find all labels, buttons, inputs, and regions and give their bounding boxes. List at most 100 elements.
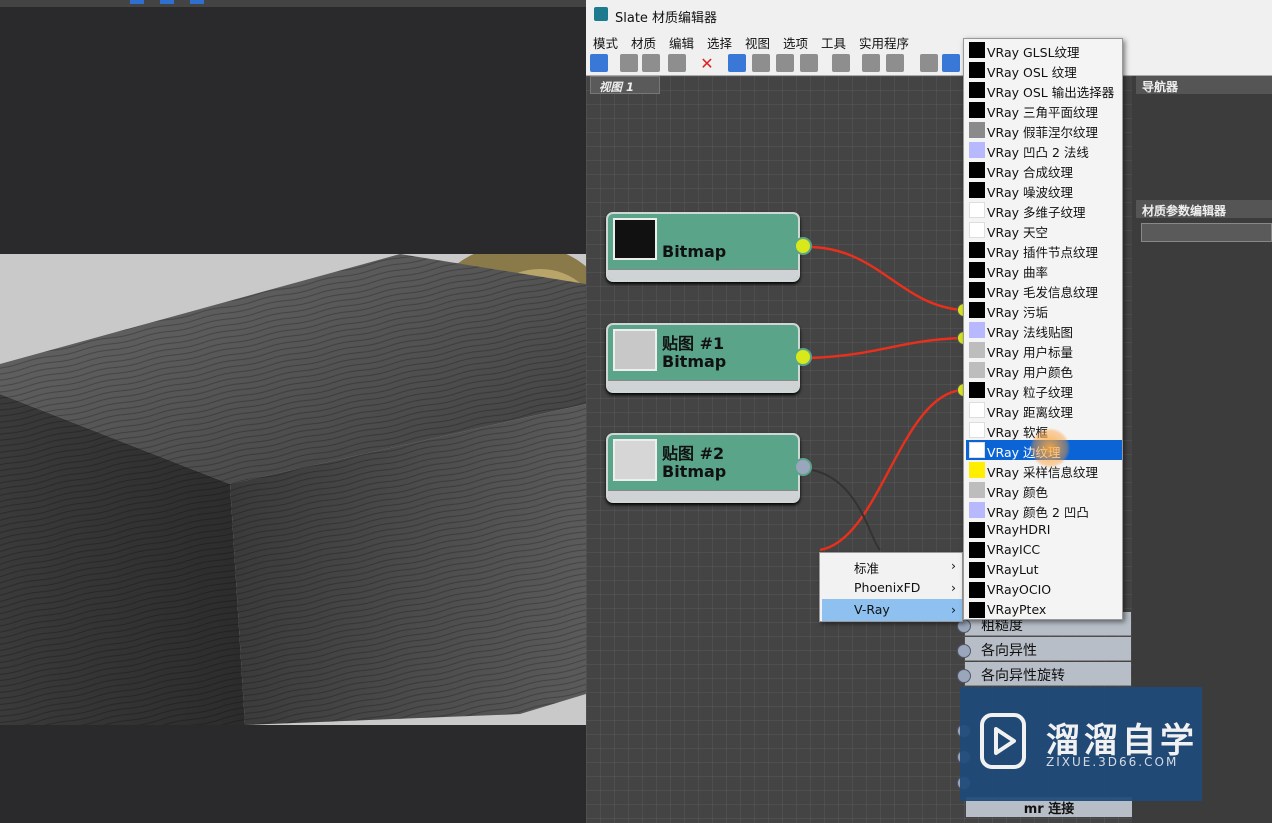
grid-icon[interactable]: [920, 54, 938, 72]
vray-menu-item[interactable]: VRay 曲率: [966, 260, 1122, 280]
vray-menu-item[interactable]: VRay 多维子纹理: [966, 200, 1122, 220]
menu-item-phoenixfd[interactable]: PhoenixFD ›: [822, 577, 962, 599]
layout-icon[interactable]: [728, 54, 746, 72]
node-footer: [608, 269, 798, 280]
strip-button[interactable]: [130, 0, 144, 4]
view-tab[interactable]: 视图 1: [590, 76, 660, 94]
vray-menu-item-label: VRayOCIO: [987, 582, 1052, 597]
vray-menu-item[interactable]: VRay 粒子纹理: [966, 380, 1122, 400]
texture-swatch-icon: [969, 62, 985, 78]
vray-menu-item[interactable]: VRay GLSL纹理: [966, 40, 1122, 60]
vray-menu-item[interactable]: VRay 用户标量: [966, 340, 1122, 360]
texture-swatch-icon: [969, 42, 985, 58]
menu-item-standard[interactable]: 标准 ›: [822, 555, 962, 577]
texture-swatch-icon: [969, 262, 985, 278]
vray-menu-item[interactable]: VRay OSL 纹理: [966, 60, 1122, 80]
texture-swatch-icon: [969, 602, 985, 618]
output-port[interactable]: [794, 237, 812, 255]
texture-swatch-icon: [969, 482, 985, 498]
texture-swatch-icon: [969, 362, 985, 378]
vray-menu-item-label: VRayLut: [987, 562, 1039, 577]
vray-menu-item[interactable]: VRay 凹凸 2 法线: [966, 140, 1122, 160]
texture-swatch-icon: [969, 582, 985, 598]
node-title-label: 贴图 #1: [662, 334, 725, 353]
vray-menu-item-label: VRay 法线贴图: [987, 325, 1073, 340]
output-port[interactable]: [794, 458, 812, 476]
vray-menu-item-label: VRay 用户颜色: [987, 365, 1073, 380]
vray-menu-item[interactable]: VRay 假菲涅尔纹理: [966, 120, 1122, 140]
vray-menu-item[interactable]: VRay 颜色 2 凹凸: [966, 500, 1122, 520]
app-icon: [594, 7, 608, 21]
menu-item-vray[interactable]: V-Ray ›: [822, 599, 962, 621]
strip-button[interactable]: [160, 0, 174, 4]
input-socket[interactable]: [957, 669, 971, 683]
vray-menu-item[interactable]: VRay 污垢: [966, 300, 1122, 320]
texture-swatch-icon: [969, 202, 985, 218]
vray-menu-item[interactable]: VRayOCIO: [966, 580, 1122, 600]
vray-menu-item-label: VRay 噪波纹理: [987, 185, 1073, 200]
texture-swatch-icon: [969, 282, 985, 298]
layout-children-icon[interactable]: [752, 54, 770, 72]
show-map-icon[interactable]: [776, 54, 794, 72]
vray-menu-item[interactable]: VRay 天空: [966, 220, 1122, 240]
vray-menu-item[interactable]: VRayPtex: [966, 600, 1122, 620]
nav-icon[interactable]: [862, 54, 880, 72]
param-slot-aniso-rotation[interactable]: 各向异性旋转: [965, 662, 1131, 686]
vray-menu-item[interactable]: VRayHDRI: [966, 520, 1122, 540]
vray-menu-item[interactable]: VRayLut: [966, 560, 1122, 580]
texture-swatch-icon: [969, 302, 985, 318]
texture-swatch-icon: [969, 142, 985, 158]
vray-menu-item[interactable]: VRay 毛发信息纹理: [966, 280, 1122, 300]
texture-swatch-icon: [969, 402, 985, 418]
vray-menu-item-label: VRayICC: [987, 542, 1041, 557]
vray-menu-item-label: VRay 粒子纹理: [987, 385, 1073, 400]
vray-menu-item-label: VRayPtex: [987, 602, 1047, 617]
menu-item-label: 标准: [854, 561, 880, 576]
assign-material-icon[interactable]: [642, 54, 660, 72]
bitmap-node-1[interactable]: 贴图 #1 Bitmap: [606, 323, 812, 393]
bitmap-node-2[interactable]: 贴图 #2 Bitmap: [606, 433, 812, 503]
vray-menu-item-label: VRay 凹凸 2 法线: [987, 145, 1089, 160]
vray-menu-item[interactable]: VRay 噪波纹理: [966, 180, 1122, 200]
play-triangle-icon: [994, 727, 1016, 755]
toolbar: ✕: [586, 50, 1272, 76]
texture-swatch-icon: [969, 222, 985, 238]
strip-button[interactable]: [190, 0, 204, 4]
play-logo-icon: [980, 713, 1026, 769]
eyedropper-icon[interactable]: [620, 54, 638, 72]
vray-menu-item[interactable]: VRay OSL 输出选择器: [966, 80, 1122, 100]
submenu-arrow-icon: ›: [951, 580, 956, 595]
hierarchy-icon[interactable]: [886, 54, 904, 72]
vray-menu-item[interactable]: VRay 法线贴图: [966, 320, 1122, 340]
vray-menu-item[interactable]: VRay 用户颜色: [966, 360, 1122, 380]
bitmap-node-0[interactable]: Bitmap: [606, 212, 812, 282]
texture-swatch-icon: [969, 122, 985, 138]
vray-menu-item-label: VRayHDRI: [987, 522, 1051, 537]
param-slot-anisotropy[interactable]: 各向异性: [965, 637, 1131, 661]
vray-menu-item[interactable]: VRay 三角平面纹理: [966, 100, 1122, 120]
background-icon[interactable]: [800, 54, 818, 72]
select-tool-icon[interactable]: [590, 54, 608, 72]
submenu-arrow-icon: ›: [951, 558, 956, 573]
node-thumbnail: [613, 218, 657, 260]
vray-menu-item[interactable]: VRay 合成纹理: [966, 160, 1122, 180]
delete-icon[interactable]: ✕: [698, 54, 716, 73]
copy-material-icon[interactable]: [668, 54, 686, 72]
vray-menu-item-label: VRay 采样信息纹理: [987, 465, 1098, 480]
viewport-lower-area: [0, 725, 586, 823]
vray-menu-item[interactable]: VRay 距离纹理: [966, 400, 1122, 420]
viewport-top-strip: [0, 0, 586, 7]
input-socket[interactable]: [957, 644, 971, 658]
output-port[interactable]: [794, 348, 812, 366]
vray-menu-item[interactable]: VRayICC: [966, 540, 1122, 560]
vray-menu-item-label: VRay 用户标量: [987, 345, 1073, 360]
texture-swatch-icon: [969, 562, 985, 578]
node-thumbnail: [613, 329, 657, 371]
param-name-field[interactable]: [1141, 223, 1272, 242]
vray-menu-item-label: VRay 污垢: [987, 305, 1048, 320]
vray-menu-item[interactable]: VRay 颜色: [966, 480, 1122, 500]
vray-menu-item[interactable]: VRay 插件节点纹理: [966, 240, 1122, 260]
show-shaded-icon[interactable]: [832, 54, 850, 72]
vray-menu-item-label: VRay 颜色: [987, 485, 1048, 500]
param-editor-icon[interactable]: [942, 54, 960, 72]
